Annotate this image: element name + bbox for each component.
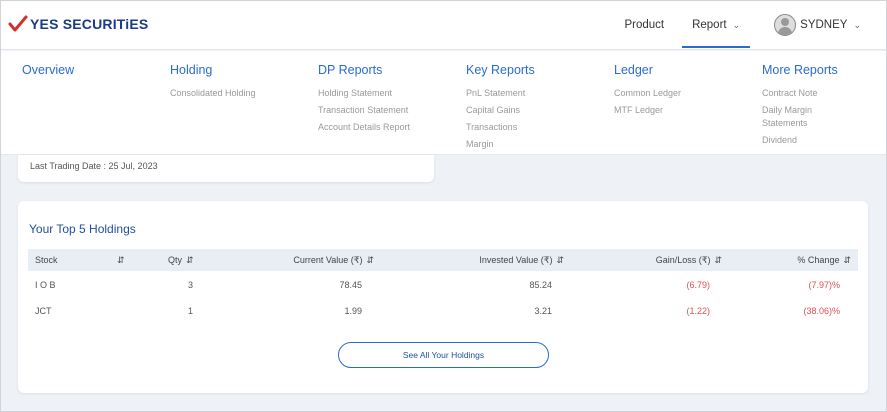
col-label-gain-loss: Gain/Loss (₹) (655, 255, 711, 265)
avatar-icon (774, 14, 797, 36)
col-label-current-value: Current Value (₹) (293, 255, 363, 265)
table-row[interactable]: JCT 1 1.99 3.21 (1.22) (38.06)% (28, 299, 858, 322)
sort-icon: ⇵ (366, 255, 374, 265)
cell-current-value: 78.45 (339, 280, 362, 290)
menu-item-holding-statement[interactable]: Holding Statement (318, 85, 410, 102)
cell-change: (7.97)% (808, 280, 840, 290)
menu-col-overview: Overview (22, 63, 74, 85)
menu-holding[interactable]: Holding (170, 63, 256, 77)
menu-item-account-details-report[interactable]: Account Details Report (318, 119, 410, 136)
menu-col-holding: Holding Consolidated Holding (170, 63, 256, 102)
cell-change: (38.06)% (803, 306, 840, 316)
report-mega-menu: Overview Holding Consolidated Holding DP… (0, 51, 887, 155)
last-trading-date: Last Trading Date : 25 Jul, 2023 (30, 161, 158, 171)
col-header-stock[interactable]: Stock (35, 255, 58, 265)
sort-icon: ⇵ (714, 255, 722, 265)
user-name: SYDNEY (800, 19, 848, 31)
cell-qty: 3 (188, 280, 194, 290)
menu-item-dividend[interactable]: Dividend (762, 132, 862, 149)
cell-gain-loss: (6.79) (686, 280, 710, 290)
col-header-qty[interactable]: Qty ⇵ (168, 255, 194, 266)
menu-item-mtf-ledger[interactable]: MTF Ledger (614, 102, 681, 119)
holdings-title: Your Top 5 Holdings (29, 222, 136, 236)
col-header-current-value[interactable]: Current Value (₹) ⇵ (293, 255, 374, 266)
table-row[interactable]: I O B 3 78.45 85.24 (6.79) (7.97)% (28, 273, 858, 296)
chevron-down-icon: ⌄ (853, 19, 861, 30)
sort-icon: ⇵ (186, 255, 194, 265)
holdings-table-header: Stock ⇵ Qty ⇵ Current Value (₹) ⇵ Invested… (28, 249, 858, 271)
menu-item-daily-margin-statements[interactable]: Daily Margin Statements (762, 104, 832, 130)
menu-dp-reports[interactable]: DP Reports (318, 63, 410, 77)
menu-col-key-reports: Key Reports PnL Statement Capital Gains … (466, 63, 535, 153)
col-label-stock: Stock (35, 255, 58, 265)
nav-product[interactable]: Product (624, 19, 664, 31)
user-menu[interactable]: SYDNEY ⌄ (774, 14, 861, 36)
menu-item-consolidated-holding[interactable]: Consolidated Holding (170, 85, 256, 102)
nav-report-label: Report (692, 19, 727, 31)
cell-qty: 1 (188, 306, 194, 316)
menu-item-capital-gains[interactable]: Capital Gains (466, 102, 535, 119)
brand-name: YES SECURITiES (30, 16, 149, 32)
checkmark-logo-icon (8, 15, 28, 32)
menu-item-transaction-statement[interactable]: Transaction Statement (318, 102, 410, 119)
menu-item-transactions[interactable]: Transactions (466, 119, 535, 136)
menu-key-reports[interactable]: Key Reports (466, 63, 535, 77)
summary-card: Last Trading Date : 25 Jul, 2023 (18, 155, 434, 182)
menu-item-pnl-statement[interactable]: PnL Statement (466, 85, 535, 102)
nav-report[interactable]: Report ⌄ (682, 0, 751, 50)
cell-gain-loss: (1.22) (686, 306, 710, 316)
menu-more-reports[interactable]: More Reports (762, 63, 862, 77)
col-header-gain-loss[interactable]: Gain/Loss (₹) ⇵ (656, 255, 722, 266)
col-label-qty: Qty (168, 255, 183, 265)
cell-stock: JCT (35, 306, 52, 316)
menu-item-margin[interactable]: Margin (466, 136, 535, 153)
col-label-invested-value: Invested Value (₹) (479, 255, 553, 265)
sort-icon[interactable]: ⇵ (117, 255, 125, 266)
menu-item-contract-note[interactable]: Contract Note (762, 85, 862, 102)
menu-item-common-ledger[interactable]: Common Ledger (614, 85, 681, 102)
brand-logo[interactable]: YES SECURITiES (8, 14, 148, 34)
menu-ledger[interactable]: Ledger (614, 63, 681, 77)
top-holdings-card: Your Top 5 Holdings Stock ⇵ Qty ⇵ Current… (18, 201, 868, 393)
cell-current-value: 1.99 (344, 306, 362, 316)
header-nav: Product Report ⌄ SYDNEY ⌄ (624, 0, 887, 50)
active-tab-indicator (682, 46, 751, 48)
col-header-change[interactable]: % Change ⇵ (797, 255, 851, 266)
col-header-invested-value[interactable]: Invested Value (₹) ⇵ (479, 255, 564, 266)
sort-icon: ⇵ (843, 255, 851, 265)
see-all-holdings-button[interactable]: See All Your Holdings (338, 342, 549, 368)
menu-col-more-reports: More Reports Contract Note Daily Margin … (762, 63, 862, 149)
cell-invested-value: 85.24 (529, 280, 552, 290)
menu-overview[interactable]: Overview (22, 63, 74, 77)
top-header: YES SECURITiES Product Report ⌄ SYDNEY ⌄ (0, 0, 887, 50)
col-label-change: % Change (797, 255, 840, 265)
cell-invested-value: 3.21 (534, 306, 552, 316)
cell-stock: I O B (35, 280, 56, 290)
menu-col-dp-reports: DP Reports Holding Statement Transaction… (318, 63, 410, 136)
sort-icon: ⇵ (556, 255, 564, 265)
menu-col-ledger: Ledger Common Ledger MTF Ledger (614, 63, 681, 119)
chevron-down-icon: ⌄ (732, 19, 741, 30)
